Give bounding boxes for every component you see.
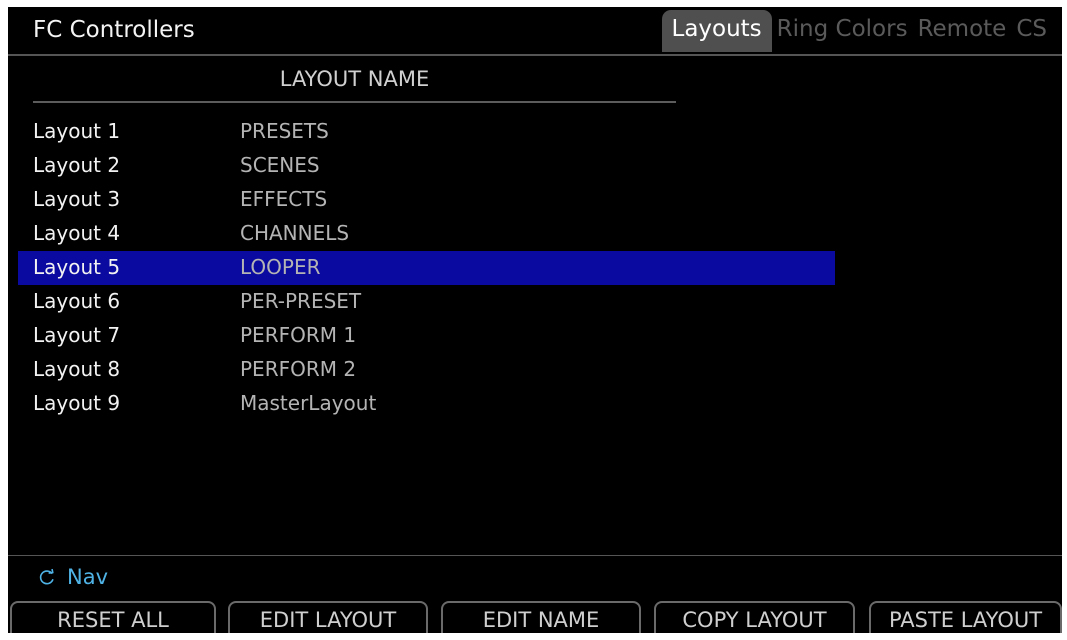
layout-label: Layout 3 (33, 187, 121, 211)
tab-ring-colors[interactable]: Ring Colors (772, 10, 913, 52)
rotate-icon (39, 568, 54, 585)
layout-label: Layout 2 (33, 153, 121, 177)
layout-name: PERFORM 1 (240, 323, 357, 347)
layout-label: Layout 6 (33, 289, 121, 313)
layout-label: Layout 4 (33, 221, 121, 245)
layout-row[interactable]: Layout 2 SCENES (18, 149, 835, 183)
layout-name: MasterLayout (240, 391, 377, 415)
nav-label: Nav (67, 565, 109, 589)
edit-layout-button[interactable]: EDIT LAYOUT (228, 601, 428, 633)
layout-row[interactable]: Layout 4 CHANNELS (18, 217, 835, 251)
edit-name-button[interactable]: EDIT NAME (441, 601, 641, 633)
button-bar: RESET ALL EDIT LAYOUT EDIT NAME COPY LAY… (8, 601, 1062, 633)
layout-name: EFFECTS (240, 187, 328, 211)
layout-row[interactable]: Layout 8 PERFORM 2 (18, 353, 835, 387)
layout-name: PRESETS (240, 119, 329, 143)
layout-row[interactable]: Layout 3 EFFECTS (18, 183, 835, 217)
layout-name: SCENES (240, 153, 320, 177)
layout-row[interactable]: Layout 1 PRESETS (18, 115, 835, 149)
tab-remote[interactable]: Remote (913, 10, 1012, 52)
tab-layouts[interactable]: Layouts (661, 10, 772, 52)
title-bar: FC Controllers Layouts Ring Colors Remot… (8, 7, 1062, 55)
layout-name: LOOPER (240, 255, 321, 279)
layout-row[interactable]: Layout 7 PERFORM 1 (18, 319, 835, 353)
layout-label: Layout 1 (33, 119, 121, 143)
layout-row-selected[interactable]: Layout 5 LOOPER (18, 251, 835, 285)
reset-all-button[interactable]: RESET ALL (10, 601, 216, 633)
column-header-divider (33, 101, 676, 103)
layout-row[interactable]: Layout 6 PER-PRESET (18, 285, 835, 319)
column-header-layout-name: LAYOUT NAME (279, 67, 430, 91)
layout-label: Layout 5 (33, 255, 121, 279)
title-divider (8, 54, 1062, 56)
layout-name: PERFORM 2 (240, 357, 357, 381)
layout-label: Layout 7 (33, 323, 121, 347)
layout-list: Layout 1 PRESETS Layout 2 SCENES Layout … (18, 115, 835, 421)
layout-name: PER-PRESET (240, 289, 362, 313)
paste-layout-button[interactable]: PASTE LAYOUT (869, 601, 1062, 633)
tab-cs[interactable]: CS (1011, 10, 1052, 52)
layout-label: Layout 9 (33, 391, 121, 415)
app-screen: FC Controllers Layouts Ring Colors Remot… (8, 7, 1062, 633)
tab-bar: Layouts Ring Colors Remote CS (661, 10, 1053, 52)
app-title: FC Controllers (33, 17, 195, 43)
layout-label: Layout 8 (33, 357, 121, 381)
footer-divider (8, 555, 1062, 556)
layout-name: CHANNELS (240, 221, 350, 245)
nav-hint: Nav (38, 565, 108, 589)
layout-row[interactable]: Layout 9 MasterLayout (18, 387, 835, 421)
copy-layout-button[interactable]: COPY LAYOUT (654, 601, 855, 633)
